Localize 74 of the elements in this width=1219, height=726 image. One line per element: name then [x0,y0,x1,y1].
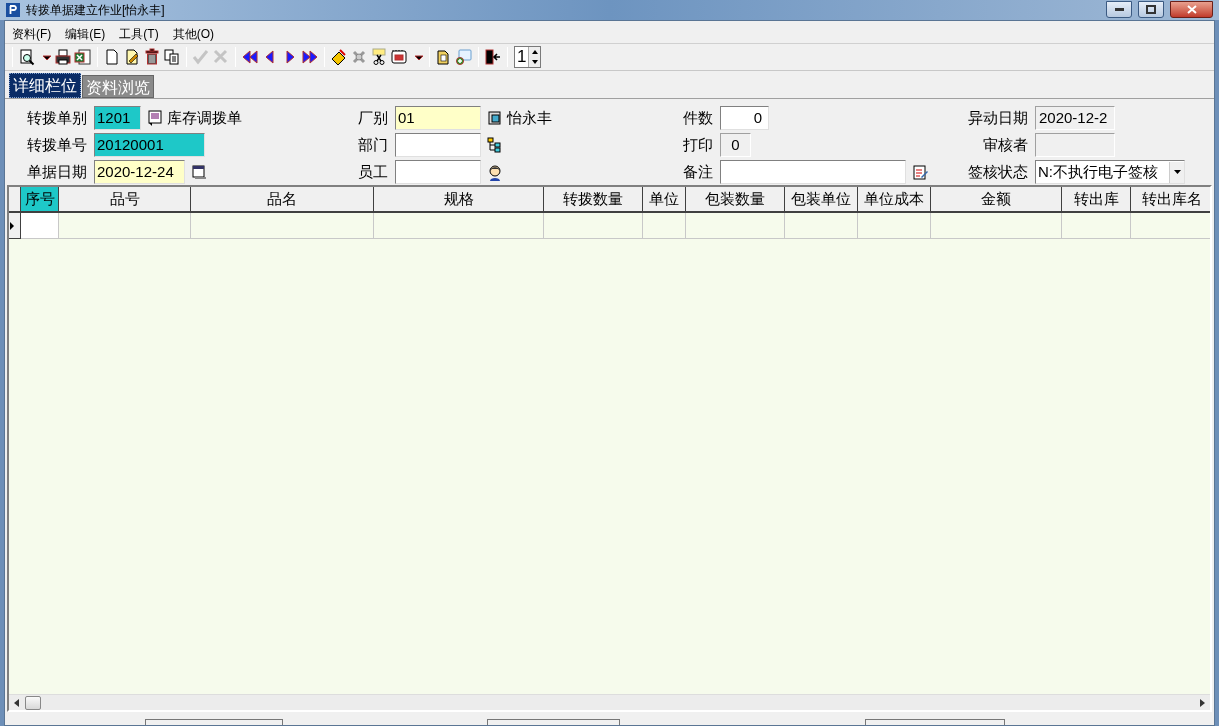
scissors-icon[interactable] [370,48,388,66]
field-label: 异动日期 [968,107,1028,128]
field-label: 件数 [683,107,713,128]
field-label: 转拨单别 [27,107,87,128]
window-title: 转拨单据建立作业[怡永丰] [26,2,165,19]
table-cell[interactable] [1062,213,1131,239]
input-field[interactable]: 01 [395,106,481,130]
table-cell[interactable] [59,213,191,239]
menu-item[interactable]: 编辑(E) [58,25,113,43]
menu-item[interactable]: 其他(O) [165,25,221,43]
copy-icon[interactable] [163,48,181,66]
page-spinner[interactable]: 1 [514,46,542,68]
database-icon[interactable] [487,109,503,127]
maximize-icon [1146,4,1156,14]
field-label: 转拨单号 [27,134,87,155]
input-field[interactable] [395,160,481,184]
spreadsheet-icon[interactable] [74,48,92,66]
field-label: 签核状态 [968,161,1028,182]
input-field[interactable]: 2020-12-24 [94,160,185,184]
field-label: 备注 [683,161,713,182]
field-label: 打印 [683,134,713,155]
field-note: 怡永丰 [507,107,552,128]
last-record-icon[interactable] [301,48,319,66]
exit-door-icon[interactable] [484,48,502,66]
edit-document-icon[interactable] [123,48,141,66]
input-field[interactable]: 0 [720,106,769,130]
add-comment-icon[interactable] [455,48,473,66]
table-cell[interactable] [643,213,686,239]
table-cell[interactable] [858,213,931,239]
table-cell[interactable] [21,213,59,239]
table-cell[interactable] [785,213,858,239]
readonly-field: 2020-12-2 [1035,106,1115,130]
printer-icon[interactable] [54,48,72,66]
eraser-icon[interactable] [330,48,348,66]
input-field[interactable] [720,160,906,184]
field-label: 单据日期 [27,161,87,182]
readonly-field: 0 [720,133,751,157]
preview-icon[interactable] [18,48,36,66]
close-button[interactable] [1170,0,1213,18]
scroll-thumb[interactable] [25,695,41,710]
input-field[interactable]: 20120001 [94,133,205,157]
field-label: 部门 [358,134,388,155]
notebook-icon[interactable] [390,48,408,66]
menu-item[interactable]: 工具(T) [112,25,166,43]
first-record-icon[interactable] [241,48,259,66]
maximize-button[interactable] [1138,0,1164,18]
minimize-icon [1114,7,1124,11]
horizontal-scrollbar[interactable] [9,694,1210,710]
minimize-button[interactable] [1106,0,1132,18]
input-field[interactable]: 1201 [94,106,141,130]
app-logo-icon [6,3,20,17]
tab[interactable]: 详细栏位 [9,73,81,98]
notepad-edit-icon[interactable] [912,163,928,181]
column-header[interactable]: 序号 [21,187,59,211]
menu-item[interactable]: 资料(F) [5,25,59,43]
field-label: 厂别 [358,107,388,128]
input-field[interactable] [395,133,481,157]
table-cell[interactable] [374,213,544,239]
field-label: 员工 [358,161,388,182]
close-icon [1186,4,1197,14]
trash-icon[interactable] [143,48,161,66]
person-icon[interactable] [487,163,503,181]
document-list-icon[interactable] [147,109,163,127]
field-note: 库存调拨单 [167,107,242,128]
dropdown-caret-icon[interactable] [1173,170,1181,174]
table-cell[interactable] [544,213,643,239]
table-cell[interactable] [191,213,374,239]
document-icon[interactable] [103,48,121,66]
field-label: 审核者 [983,134,1028,155]
table-cell[interactable] [686,213,785,239]
tree-structure-icon[interactable] [487,136,503,154]
table-cell[interactable] [931,213,1062,239]
calendar-icon[interactable] [191,163,207,181]
status-dropdown[interactable]: N:不执行电子签核 [1035,160,1185,184]
